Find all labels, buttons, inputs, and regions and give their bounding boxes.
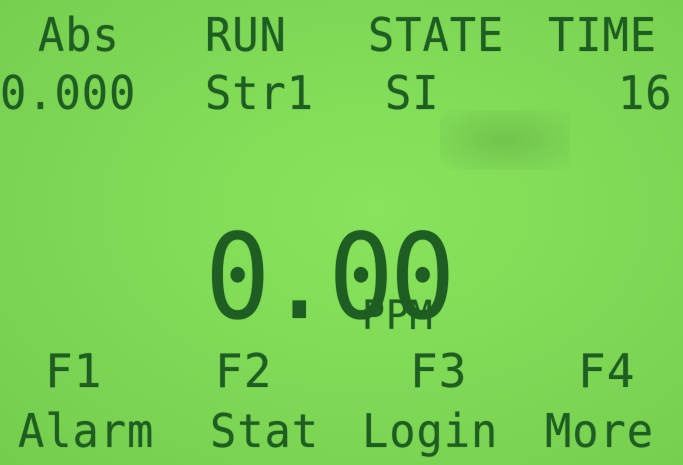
login-softkey[interactable]: Login xyxy=(362,408,498,454)
stat-softkey[interactable]: Stat xyxy=(210,408,319,454)
f2-key-label[interactable]: F2 xyxy=(215,348,272,394)
run-value: Str1 xyxy=(205,66,315,120)
state-header: STATE xyxy=(368,8,505,62)
reading-unit: PPM xyxy=(362,293,434,339)
more-softkey[interactable]: More xyxy=(545,408,654,454)
state-value: SI xyxy=(385,66,440,120)
run-header: RUN xyxy=(205,8,287,62)
f3-key-label[interactable]: F3 xyxy=(410,348,467,394)
alarm-softkey[interactable]: Alarm xyxy=(18,408,154,454)
f1-key-label[interactable]: F1 xyxy=(45,348,102,394)
time-header: TIME xyxy=(548,8,658,62)
lcd-screen: Abs RUN STATE TIME 0.000 Str1 SI 16 0.00… xyxy=(0,0,683,465)
abs-header: Abs xyxy=(38,8,120,62)
f4-key-label[interactable]: F4 xyxy=(578,348,635,394)
time-value: 16 xyxy=(618,66,673,120)
abs-value: 0.000 xyxy=(0,66,137,120)
screen-glare xyxy=(440,110,570,170)
